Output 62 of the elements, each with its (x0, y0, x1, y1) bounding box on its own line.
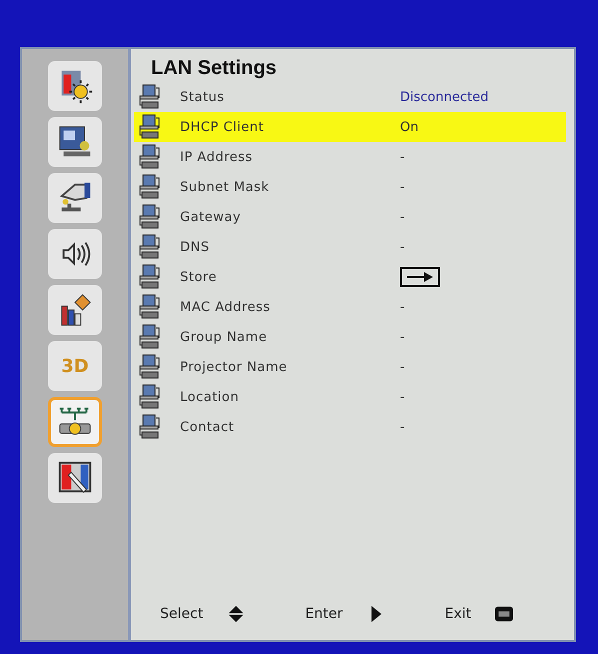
menu-row[interactable]: Store (134, 262, 566, 292)
computer-icon (138, 324, 160, 350)
computer-icon (138, 234, 160, 260)
computer-icon (138, 354, 160, 380)
arrow-box-icon[interactable] (400, 267, 440, 287)
up-down-icon (227, 605, 246, 623)
menu-tab[interactable] (48, 61, 102, 111)
menu-row[interactable]: DHCP Client On (134, 112, 566, 142)
menu-tab[interactable] (48, 397, 102, 447)
computer-icon (138, 84, 160, 110)
computer-icon (138, 174, 160, 200)
setting-value: - (400, 180, 405, 194)
setting-label: Contact (179, 420, 236, 434)
setting-label: DHCP Client (179, 120, 265, 134)
menu-row[interactable]: DNS - (134, 232, 566, 262)
computer-icon (138, 414, 160, 440)
setting-value: - (400, 240, 405, 254)
computer-icon (138, 294, 160, 320)
menu-row[interactable]: Location - (134, 382, 566, 412)
computer-icon (138, 264, 160, 290)
setting-value: On (400, 120, 418, 134)
tab-label: 3D (61, 356, 89, 376)
menu-key-icon (495, 605, 514, 623)
setting-value: - (400, 390, 405, 404)
setting-label: MAC Address (179, 300, 272, 314)
setting-value: - (400, 330, 405, 344)
hint-label: Select (160, 606, 204, 622)
menu-row[interactable]: Subnet Mask - (134, 172, 566, 202)
menu-row[interactable]: Projector Name - (134, 352, 566, 382)
computer-icon (138, 204, 160, 230)
setting-label: Group Name (179, 330, 268, 344)
hint-label: Enter (305, 606, 343, 622)
menu-row[interactable]: Gateway - (134, 202, 566, 232)
menu-tab[interactable] (48, 117, 102, 167)
setting-label: Subnet Mask (179, 180, 270, 194)
setting-label: Projector Name (179, 360, 288, 374)
setting-label: DNS (179, 240, 210, 254)
menu-tab[interactable] (48, 285, 102, 335)
setting-label: IP Address (179, 150, 254, 164)
menu-tab[interactable] (48, 453, 102, 503)
setting-label: Location (179, 390, 240, 404)
menu-row[interactable]: Contact - (134, 412, 566, 442)
setting-label: Status (179, 90, 226, 104)
menu-row[interactable]: Status Disconnected (134, 82, 566, 112)
hint-label: Exit (444, 606, 472, 622)
setting-value: - (400, 420, 405, 434)
setting-value: - (400, 360, 405, 374)
setting-value: - (400, 210, 405, 224)
setting-value: - (400, 150, 405, 164)
setting-value: - (400, 300, 405, 314)
menu-tab[interactable] (48, 229, 102, 279)
menu-title: LAN Settings (150, 57, 278, 80)
computer-icon (138, 114, 160, 140)
menu-row[interactable]: IP Address - (134, 142, 566, 172)
computer-icon (138, 384, 160, 410)
setting-label: Gateway (179, 210, 242, 224)
computer-icon (138, 144, 160, 170)
menu-tab[interactable] (48, 173, 102, 223)
setting-value: Disconnected (400, 90, 488, 104)
menu-row[interactable]: MAC Address - (134, 292, 566, 322)
setting-label: Store (179, 270, 218, 284)
menu-row[interactable]: Group Name - (134, 322, 566, 352)
